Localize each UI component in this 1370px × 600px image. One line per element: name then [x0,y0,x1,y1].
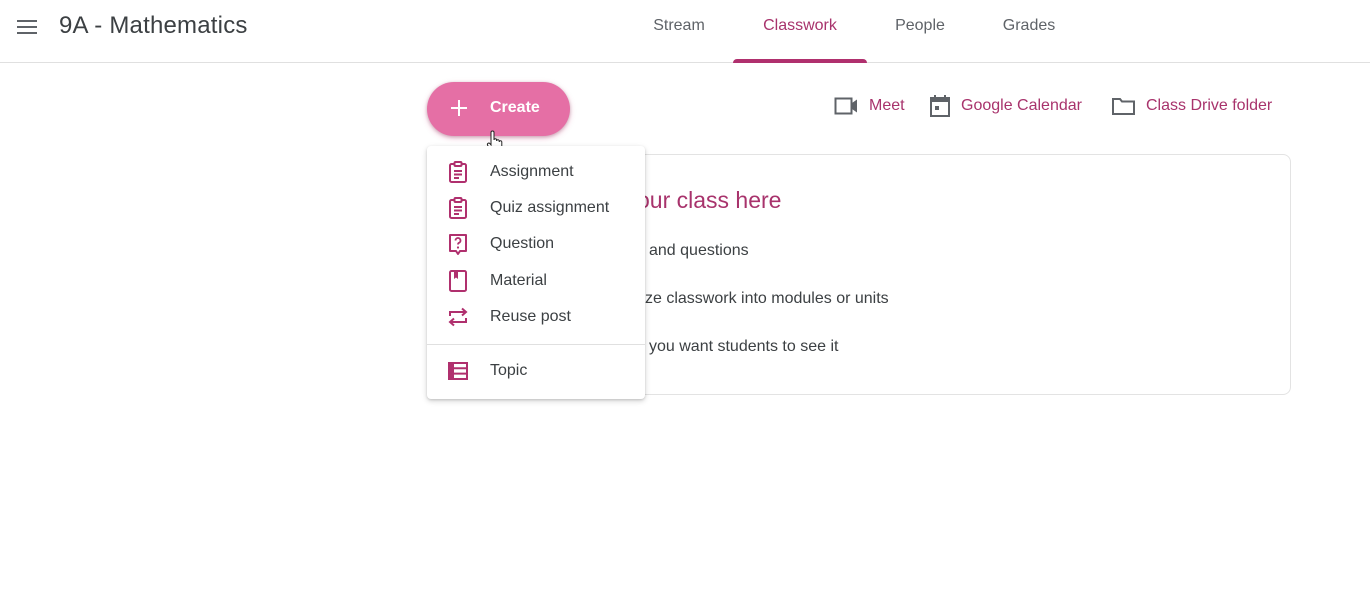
tab-label: Grades [1002,17,1056,34]
google-calendar-link[interactable]: Google Calendar [929,92,1082,120]
menu-item-label: Topic [490,362,528,379]
top-bar: 9A - Mathematics Stream Classwork People… [0,0,1370,63]
class-drive-folder-label: Class Drive folder [1146,97,1273,114]
assignment-icon [449,161,467,183]
material-icon [449,270,467,292]
calendar-icon [930,95,950,117]
create-button[interactable]: Create [427,82,570,136]
menu-item-reuse-post[interactable]: Reuse post [427,299,645,335]
menu-item-assignment[interactable]: Assignment [427,154,645,190]
topic-icon [448,362,468,380]
tab-label: People [895,17,945,34]
menu-item-label: Assignment [490,163,574,180]
menu-item-label: Question [490,235,555,252]
active-tab-indicator [733,59,867,63]
reuse-post-icon [448,307,468,327]
main-menu-button[interactable] [14,15,40,39]
folder-icon [1112,98,1135,115]
create-button-label: Create [490,99,540,116]
menu-item-topic[interactable]: Topic [427,353,645,389]
menu-item-label: Reuse post [490,308,571,325]
video-camera-icon [834,97,857,115]
plus-icon [451,100,467,116]
classwork-empty-state-card: our class here and questions ze classwor… [600,154,1291,395]
empty-state-title: our class here [637,187,782,213]
tab-label: Stream [653,17,705,34]
menu-item-label: Material [490,272,547,289]
tab-people[interactable]: People [872,0,968,63]
class-title[interactable]: 9A - Mathematics [59,12,248,40]
tab-label: Classwork [763,17,837,34]
empty-state-line: ze classwork into modules or units [645,290,889,307]
class-drive-folder-link[interactable]: Class Drive folder [1111,92,1272,120]
empty-state-line: and questions [649,242,749,259]
question-icon [449,234,467,255]
hamburger-menu-icon-line [17,26,37,28]
tab-classwork[interactable]: Classwork [733,0,867,63]
quiz-assignment-icon [449,197,467,219]
create-menu: Assignment Quiz assignment Question Mate… [427,146,645,399]
menu-item-quiz-assignment[interactable]: Quiz assignment [427,190,645,226]
meet-link[interactable]: Meet [834,92,905,120]
menu-item-question[interactable]: Question [427,226,645,262]
tab-stream[interactable]: Stream [620,0,738,63]
meet-label: Meet [869,97,905,114]
menu-item-material[interactable]: Material [427,263,645,299]
menu-divider [427,344,645,345]
hamburger-menu-icon [17,20,37,22]
hamburger-menu-icon-line [17,32,37,34]
tab-grades[interactable]: Grades [980,0,1078,63]
google-calendar-label: Google Calendar [961,97,1082,114]
empty-state-line: you want students to see it [649,338,839,355]
menu-item-label: Quiz assignment [490,199,610,216]
